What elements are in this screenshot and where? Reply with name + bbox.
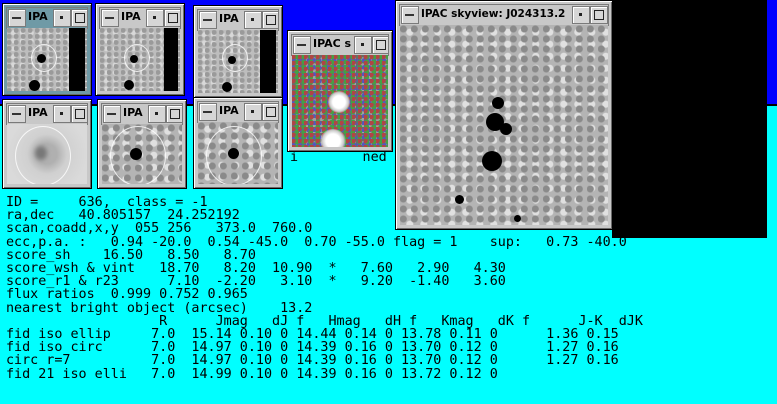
window-titlebar[interactable]: IPA	[6, 103, 88, 125]
terminal-line: flux ratios 0.999 0.752 0.965	[6, 287, 248, 303]
maximize-icon[interactable]	[71, 9, 87, 27]
window-menu-icon[interactable]	[293, 36, 311, 54]
color-composite-image	[292, 55, 388, 147]
image-thumbnail	[7, 28, 87, 91]
terminal-line: circ r=7 7.0 14.97 0.10 0 14.39 0.16 0 1…	[6, 353, 619, 369]
window-menu-icon[interactable]	[401, 6, 419, 24]
minimize-icon[interactable]	[146, 9, 164, 27]
window-title: IPA	[123, 106, 143, 119]
window-titlebar[interactable]: IPAC skyview: J024313.2	[399, 4, 609, 26]
skyview-image	[400, 25, 608, 225]
maximize-icon[interactable]	[166, 105, 182, 123]
window-titlebar[interactable]: IPA	[197, 9, 279, 31]
window-title: IPA	[28, 10, 48, 23]
window-titlebar[interactable]: IPA	[101, 103, 183, 125]
window-title: IPA	[28, 106, 48, 119]
image-thumbnail	[198, 122, 278, 184]
window-menu-icon[interactable]	[8, 9, 26, 27]
window-menu-icon[interactable]	[103, 105, 121, 123]
terminal-line: ecc,p.a. : 0.94 -20.0 0.54 -45.0 0.70 -5…	[6, 234, 627, 250]
window-menu-icon[interactable]	[199, 11, 217, 29]
color-image-window[interactable]: IPAC s	[287, 30, 393, 152]
maximize-icon[interactable]	[164, 9, 180, 27]
image-thumbnail	[102, 124, 182, 184]
window-title: IPA	[121, 10, 141, 23]
skyview-window[interactable]: IPAC skyview: J024313.2	[395, 0, 613, 230]
terminal-line: scan,coadd,x,y 055 256 373.0 760.0	[6, 221, 313, 237]
image-window-1[interactable]: IPA	[2, 3, 92, 96]
maximize-icon[interactable]	[71, 105, 87, 123]
minimize-icon[interactable]	[244, 11, 262, 29]
image-window-3[interactable]: IPA	[193, 5, 283, 98]
window-menu-icon[interactable]	[8, 105, 26, 123]
maximize-icon[interactable]	[590, 6, 608, 24]
window-title: IPAC s	[313, 37, 352, 50]
maximize-icon[interactable]	[262, 11, 278, 29]
window-titlebar[interactable]: IPA	[197, 101, 279, 123]
image-window-6[interactable]: IPA	[97, 99, 187, 189]
window-title: IPAC skyview: J024313.2	[421, 8, 566, 20]
window-title: IPA	[219, 12, 239, 25]
maximize-icon[interactable]	[372, 36, 388, 54]
image-thumbnail	[198, 30, 278, 93]
minimize-icon[interactable]	[148, 105, 166, 123]
window-menu-icon[interactable]	[199, 103, 217, 121]
image-window-2[interactable]: IPA	[95, 3, 185, 96]
image-thumbnail	[100, 28, 180, 91]
terminal-line: fid 21 iso elli 7.0 14.99 0.10 0 14.39 0…	[6, 366, 498, 382]
minimize-icon[interactable]	[354, 36, 372, 54]
window-title: IPA	[219, 104, 239, 117]
image-window-7[interactable]: IPA	[193, 97, 283, 189]
window-titlebar[interactable]: IPA	[99, 7, 181, 29]
window-titlebar[interactable]: IPAC s	[291, 34, 389, 56]
window-menu-icon[interactable]	[101, 9, 119, 27]
image-window-5[interactable]: IPA	[2, 99, 92, 189]
black-image-window[interactable]	[612, 0, 767, 238]
minimize-icon[interactable]	[572, 6, 590, 24]
minimize-icon[interactable]	[53, 105, 71, 123]
window-titlebar[interactable]: IPA	[6, 7, 88, 29]
image-thumbnail	[7, 124, 87, 184]
terminal-line: nearest bright object (arcsec) 13.2	[6, 300, 313, 316]
minimize-icon[interactable]	[53, 9, 71, 27]
maximize-icon[interactable]	[262, 103, 278, 121]
minimize-icon[interactable]	[244, 103, 262, 121]
